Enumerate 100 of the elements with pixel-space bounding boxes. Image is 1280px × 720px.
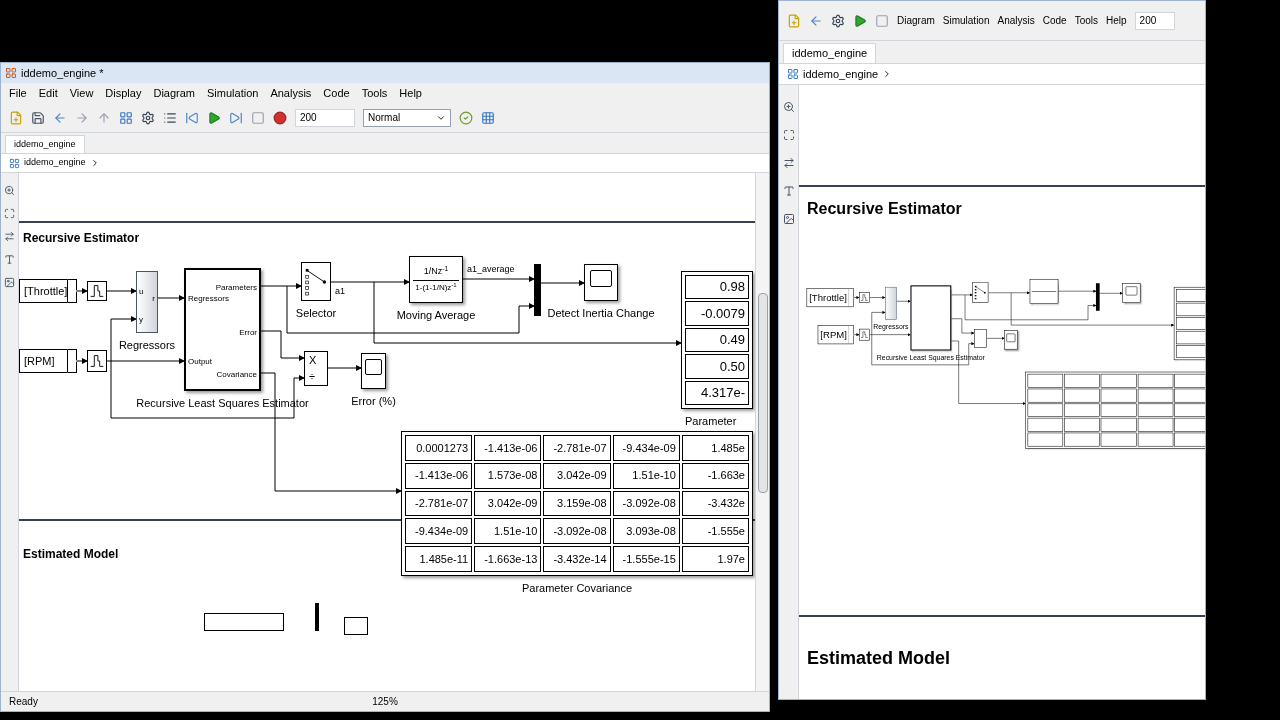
signal-line [853,295,860,300]
arrows-icon[interactable] [782,157,795,169]
matrix-value: 3.159e-08 [543,490,611,517]
new-model-icon[interactable] [787,13,801,28]
run-icon[interactable] [853,13,867,28]
area-title: Recursive Estimator [23,230,140,247]
stop-time-field[interactable]: 200 [1134,11,1175,30]
breadcrumb[interactable]: iddemo_engine [24,156,86,170]
model-icon [787,68,799,80]
model-icon [9,157,20,169]
matrix-value: 1.485e-11 [405,546,473,572]
fit-icon[interactable] [4,208,15,219]
block-label: Detect Inertia Change [547,306,655,321]
menu-item[interactable]: Analysis [997,13,1035,28]
matrix-value: 3.042e-09 [474,490,542,517]
scrollbar[interactable] [755,173,769,691]
matrix-value: -2.781e-07 [405,490,473,517]
menu-item[interactable]: Analysis [270,84,312,102]
mux-bar [534,264,541,316]
forward-icon[interactable] [75,110,89,125]
menu-item[interactable]: View [69,84,94,102]
save-icon[interactable] [31,110,45,125]
menu-item[interactable]: Simulation [942,13,990,28]
grid-icon[interactable] [481,110,495,125]
up-icon[interactable] [97,110,111,125]
display-value: 4.317e- [685,380,749,406]
mux-bar [315,603,319,631]
port-label: y [139,316,143,324]
back-icon[interactable] [809,13,823,28]
filter-block [1029,279,1059,304]
port-label: Output [188,358,212,366]
block-label: Regressors [118,338,176,353]
signal-line [76,358,88,364]
area-title: Estimated Model [23,546,119,563]
port-label: u [139,288,144,296]
matrix-value: 1.51e-10 [474,518,542,545]
settings-icon[interactable] [141,110,155,125]
matrix-value: 0.0001273 [405,435,473,461]
selector-block [972,282,989,303]
matrix-value: 1.97e [681,546,749,572]
menu-item[interactable]: Display [105,84,142,102]
zoom-icon[interactable] [4,185,15,196]
matrix-value: -1.555e [681,518,749,545]
matrix-value: -1.555e-15 [612,546,680,572]
menu-item[interactable]: Tools [361,84,388,102]
display-value: -0.0079 [685,301,749,326]
breadcrumb[interactable]: iddemo_engine [803,65,879,83]
from-tag: [Throttle] [19,279,77,303]
run-icon[interactable] [207,110,221,125]
matrix-value: 3.042e-09 [543,462,611,489]
menu-item[interactable]: Edit [38,84,58,102]
simulation-mode-dropdown[interactable]: Normal [363,108,451,127]
from-tag: [RPM] [817,325,854,345]
text-icon[interactable] [4,254,15,265]
list-icon[interactable] [163,110,177,125]
fit-icon[interactable] [782,129,795,141]
from-tag: [RPM] [19,349,77,373]
back-icon[interactable] [53,110,67,125]
menu-item[interactable]: Help [399,84,422,102]
signal-line [106,288,137,294]
record-icon[interactable] [273,110,287,125]
menu-item[interactable]: Code [323,84,350,102]
display-value: 0.50 [685,354,749,379]
new-model-icon[interactable] [9,110,23,125]
matrix-value: -1.413e-06 [405,462,473,489]
model-tab[interactable]: iddemo_engine [5,135,85,153]
model-tab[interactable]: iddemo_engine [783,43,877,63]
zero-order-hold-block [87,281,107,301]
stop-time-field[interactable]: 200 [295,108,355,127]
settings-icon[interactable] [831,13,845,28]
check-icon[interactable] [459,110,473,125]
arrows-icon[interactable] [4,231,15,242]
menu-item[interactable]: Code [1042,13,1067,28]
port-label: Parameters [215,284,257,292]
transfer-denominator: 1-(1-1/N)z$^{-1}$ [415,282,457,293]
port-label: Error [239,329,257,337]
block-label: Selector [295,306,337,321]
image-icon[interactable] [4,277,15,288]
scope-block [344,617,368,635]
status-text: Ready [9,695,39,709]
menu-item[interactable]: Diagram [153,84,195,102]
matrix-value: 1.51e-10 [612,462,680,489]
menu-item[interactable]: Diagram [897,13,935,28]
menu-item[interactable]: Tools [1074,13,1098,28]
port-label: r [152,295,155,303]
step-back-icon[interactable] [185,110,199,125]
scope-block [584,264,618,301]
text-icon[interactable] [782,185,795,197]
port-label: X [309,355,317,366]
block-label: Moving Average [396,308,476,323]
menu-item[interactable]: Simulation [207,84,259,102]
step-forward-icon[interactable] [229,110,243,125]
scope-block [1122,283,1141,303]
menu-item[interactable]: File [9,84,27,102]
display-value: 0.49 [685,327,749,353]
menu-item[interactable]: Help [1106,13,1127,28]
image-icon[interactable] [782,213,795,225]
library-icon[interactable] [119,110,133,125]
zoom-icon[interactable] [782,101,795,113]
mux-bar [1095,283,1100,311]
